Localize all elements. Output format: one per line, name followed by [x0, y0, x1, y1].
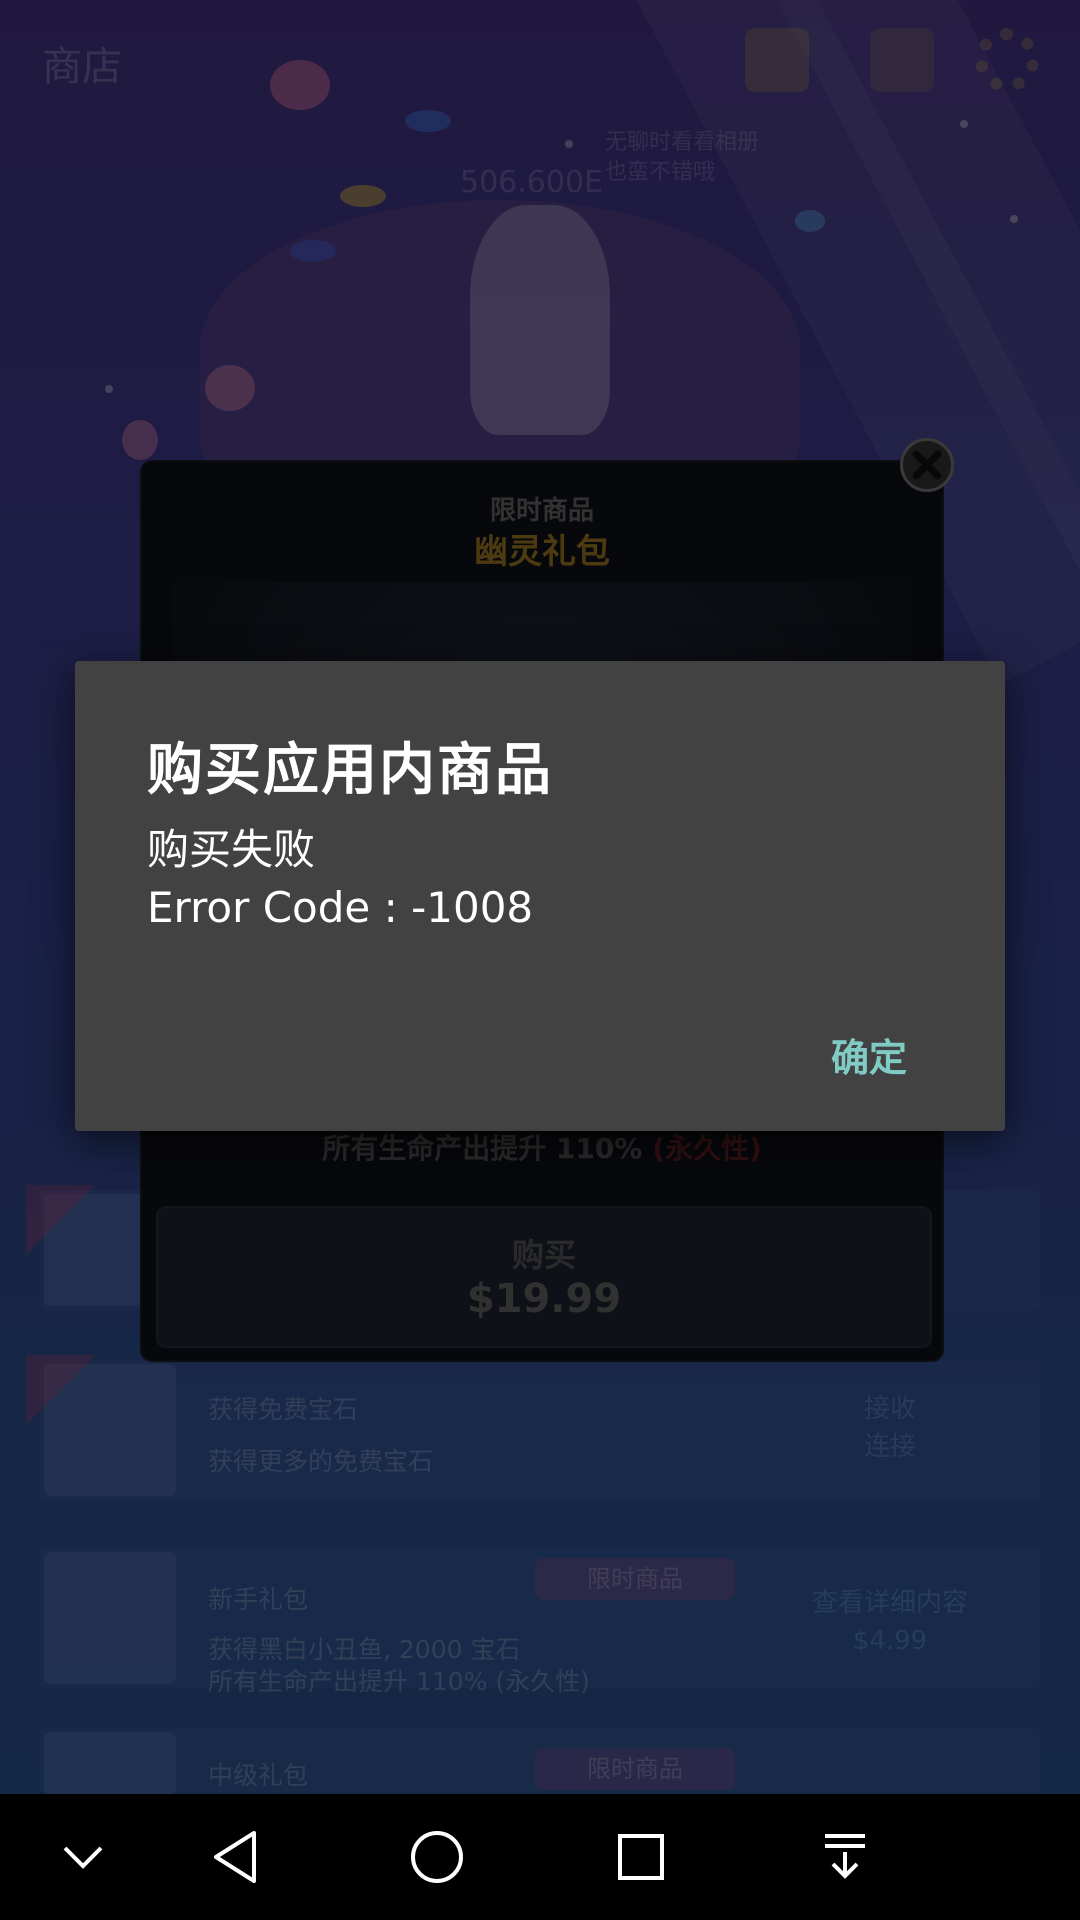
dialog-message: 购买失败 Error Code : -1008 — [147, 821, 533, 937]
dialog-message-line: 购买失败 — [147, 825, 316, 874]
dialog-title: 购买应用内商品 — [147, 738, 553, 803]
purchase-error-dialog: 购买应用内商品 购买失败 Error Code : -1008 确定 — [75, 661, 1005, 1131]
back-icon[interactable] — [202, 1824, 268, 1890]
confirm-button[interactable]: 确定 — [821, 1021, 917, 1088]
chevron-down-icon[interactable] — [50, 1824, 116, 1890]
home-icon[interactable] — [404, 1824, 470, 1890]
system-navigation-bar — [0, 1794, 1080, 1920]
notification-pull-icon[interactable] — [812, 1824, 878, 1890]
error-code-text: Error Code : -1008 — [147, 883, 534, 932]
recents-icon[interactable] — [608, 1824, 674, 1890]
